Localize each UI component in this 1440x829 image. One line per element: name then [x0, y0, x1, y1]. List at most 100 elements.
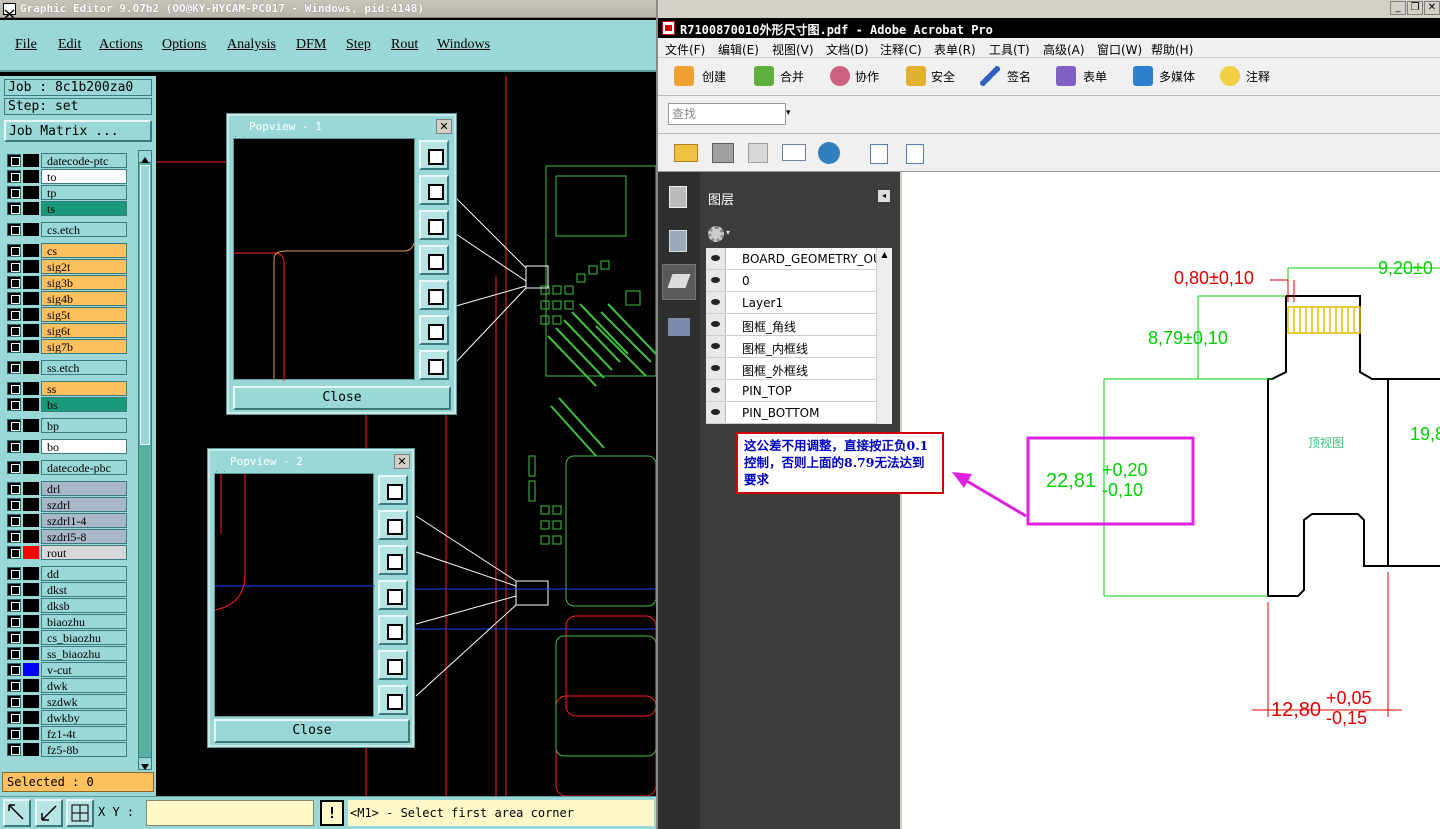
layer-name[interactable]: cs	[41, 243, 127, 258]
layer-name[interactable]: ss	[41, 381, 127, 396]
eye-icon[interactable]	[706, 380, 726, 401]
create-icon[interactable]	[674, 66, 694, 86]
popview-1-zoom-out-button[interactable]	[419, 350, 449, 380]
menu-rout[interactable]: Rout	[391, 37, 418, 53]
layer-checkbox[interactable]	[7, 711, 21, 724]
eye-icon[interactable]	[706, 358, 726, 379]
layer-name[interactable]: dwk	[41, 678, 127, 693]
sign-button[interactable]: 签名	[1007, 68, 1031, 85]
popview-1-left-button[interactable]	[419, 245, 449, 275]
measure-icon[interactable]	[35, 799, 63, 827]
layer-row-ss-etch[interactable]: ss.etch	[5, 360, 127, 375]
layer-row-drl[interactable]: drl	[5, 481, 127, 496]
layer-checkbox[interactable]	[7, 514, 21, 527]
layer-name[interactable]: datecode-pbc	[41, 460, 127, 475]
collaborate-button[interactable]: 协作	[855, 68, 879, 85]
zoom-area-icon[interactable]	[3, 799, 31, 827]
layer-row-szdrl1-4[interactable]: szdrl1-4	[5, 513, 127, 528]
layer-scrollbar[interactable]	[138, 150, 152, 770]
layer-name[interactable]: sig6t	[41, 323, 127, 338]
layer-checkbox[interactable]	[7, 461, 21, 474]
layer-checkbox[interactable]	[7, 599, 21, 612]
find-input[interactable]: 查找	[668, 103, 786, 125]
layer-checkbox[interactable]	[7, 546, 21, 559]
layer-options-gear-icon[interactable]	[708, 226, 724, 242]
layer-row-dwkby[interactable]: dwkby	[5, 710, 127, 725]
layer-row-cs[interactable]: cs	[5, 243, 127, 258]
layer-row-sig7b[interactable]: sig7b	[5, 339, 127, 354]
find-dropdown-icon[interactable]: ▾	[786, 108, 791, 118]
layer-checkbox[interactable]	[7, 223, 21, 236]
popview-2-close-button[interactable]: Close	[214, 719, 410, 743]
layer-name[interactable]: cs_biaozhu	[41, 630, 127, 645]
layer-row-dkst[interactable]: dkst	[5, 582, 127, 597]
annotation-note[interactable]: 这公差不用调整，直接按正负0.1控制，否则上面的8.79无法达到要求	[736, 432, 944, 494]
layer-name[interactable]: to	[41, 169, 127, 184]
layer-checkbox[interactable]	[7, 276, 21, 289]
layer-name[interactable]: drl	[41, 481, 127, 496]
grid-icon[interactable]	[66, 799, 94, 827]
menu-view-cn[interactable]: 视图(V)	[772, 41, 814, 58]
layer-name[interactable]: fz5-8b	[41, 742, 127, 757]
layer-name[interactable]: sig2t	[41, 259, 127, 274]
layer-row-szdrl[interactable]: szdrl	[5, 497, 127, 512]
layer-row-biaozhu[interactable]: biaozhu	[5, 614, 127, 629]
layer-name[interactable]: cs.etch	[41, 222, 127, 237]
layer-checkbox[interactable]	[7, 382, 21, 395]
multimedia-icon[interactable]	[1133, 66, 1153, 86]
layer-checkbox[interactable]	[7, 482, 21, 495]
layer-checkbox[interactable]	[7, 743, 21, 756]
layer-name[interactable]: ss_biaozhu	[41, 646, 127, 661]
pdf-layer-row[interactable]: PIN_TOP	[706, 380, 876, 402]
pdf-layer-row[interactable]: 图框_内框线	[706, 336, 876, 358]
layer-checkbox[interactable]	[7, 530, 21, 543]
popview-2-canvas[interactable]	[214, 473, 375, 717]
pdf-layer-row[interactable]: 0	[706, 270, 876, 292]
layer-name[interactable]: tp	[41, 185, 127, 200]
popview-1-right-button[interactable]	[419, 280, 449, 310]
popview-1-up-button[interactable]	[419, 175, 449, 205]
layer-name[interactable]: dksb	[41, 598, 127, 613]
layer-name[interactable]: dwkby	[41, 710, 127, 725]
menu-analysis[interactable]: Analysis	[227, 37, 276, 53]
layer-name[interactable]: fz1-4t	[41, 726, 127, 741]
layer-name[interactable]: rout	[41, 545, 127, 560]
popview-1-canvas[interactable]	[233, 138, 415, 381]
layer-name[interactable]: dkst	[41, 582, 127, 597]
menu-actions[interactable]: Actions	[99, 37, 143, 53]
pdf-document-view[interactable]: 0,80±0,10 9,20±0 8,79±0,10 22,81 +0,20 -…	[902, 172, 1440, 829]
layer-row-bo[interactable]: bo	[5, 439, 127, 454]
menu-file[interactable]: File	[15, 37, 37, 53]
popview-2-fit-button[interactable]	[378, 475, 408, 505]
pdf-layer-row[interactable]: Layer1	[706, 292, 876, 314]
upload-globe-icon[interactable]	[818, 142, 840, 164]
layer-row-szdwk[interactable]: szdwk	[5, 694, 127, 709]
menu-document-cn[interactable]: 文档(D)	[826, 41, 869, 58]
bookmarks-icon[interactable]	[669, 230, 687, 252]
layer-row-sig6t[interactable]: sig6t	[5, 323, 127, 338]
layer-checkbox[interactable]	[7, 631, 21, 644]
menu-file-cn[interactable]: 文件(F)	[665, 41, 705, 58]
layer-name[interactable]: datecode-ptc	[41, 153, 127, 168]
eye-icon[interactable]	[706, 314, 726, 335]
layer-checkbox[interactable]	[7, 440, 21, 453]
popview-2-down-button[interactable]	[378, 545, 408, 575]
eye-icon[interactable]	[706, 292, 726, 313]
print-icon[interactable]	[712, 143, 734, 163]
eye-icon[interactable]	[706, 270, 726, 291]
layer-row-datecode-pbc[interactable]: datecode-pbc	[5, 460, 127, 475]
layer-row-szdrl5-8[interactable]: szdrl5-8	[5, 529, 127, 544]
layer-checkbox[interactable]	[7, 154, 21, 167]
forms-button[interactable]: 表单	[1083, 68, 1107, 85]
layer-checkbox[interactable]	[7, 244, 21, 257]
pdf-layer-row[interactable]: 图框_外框线	[706, 358, 876, 380]
layer-checkbox[interactable]	[7, 361, 21, 374]
popview-2-close-icon[interactable]: ✕	[394, 454, 410, 469]
popview-2-left-button[interactable]	[378, 580, 408, 610]
menu-forms-cn[interactable]: 表单(R)	[934, 41, 976, 58]
email-icon[interactable]	[782, 144, 806, 161]
sign-pen-icon[interactable]	[980, 66, 1000, 86]
popview-2-zoom-out-button[interactable]	[378, 685, 408, 715]
fit-page-icon[interactable]	[906, 144, 924, 164]
menu-tools-cn[interactable]: 工具(T)	[989, 41, 1030, 58]
